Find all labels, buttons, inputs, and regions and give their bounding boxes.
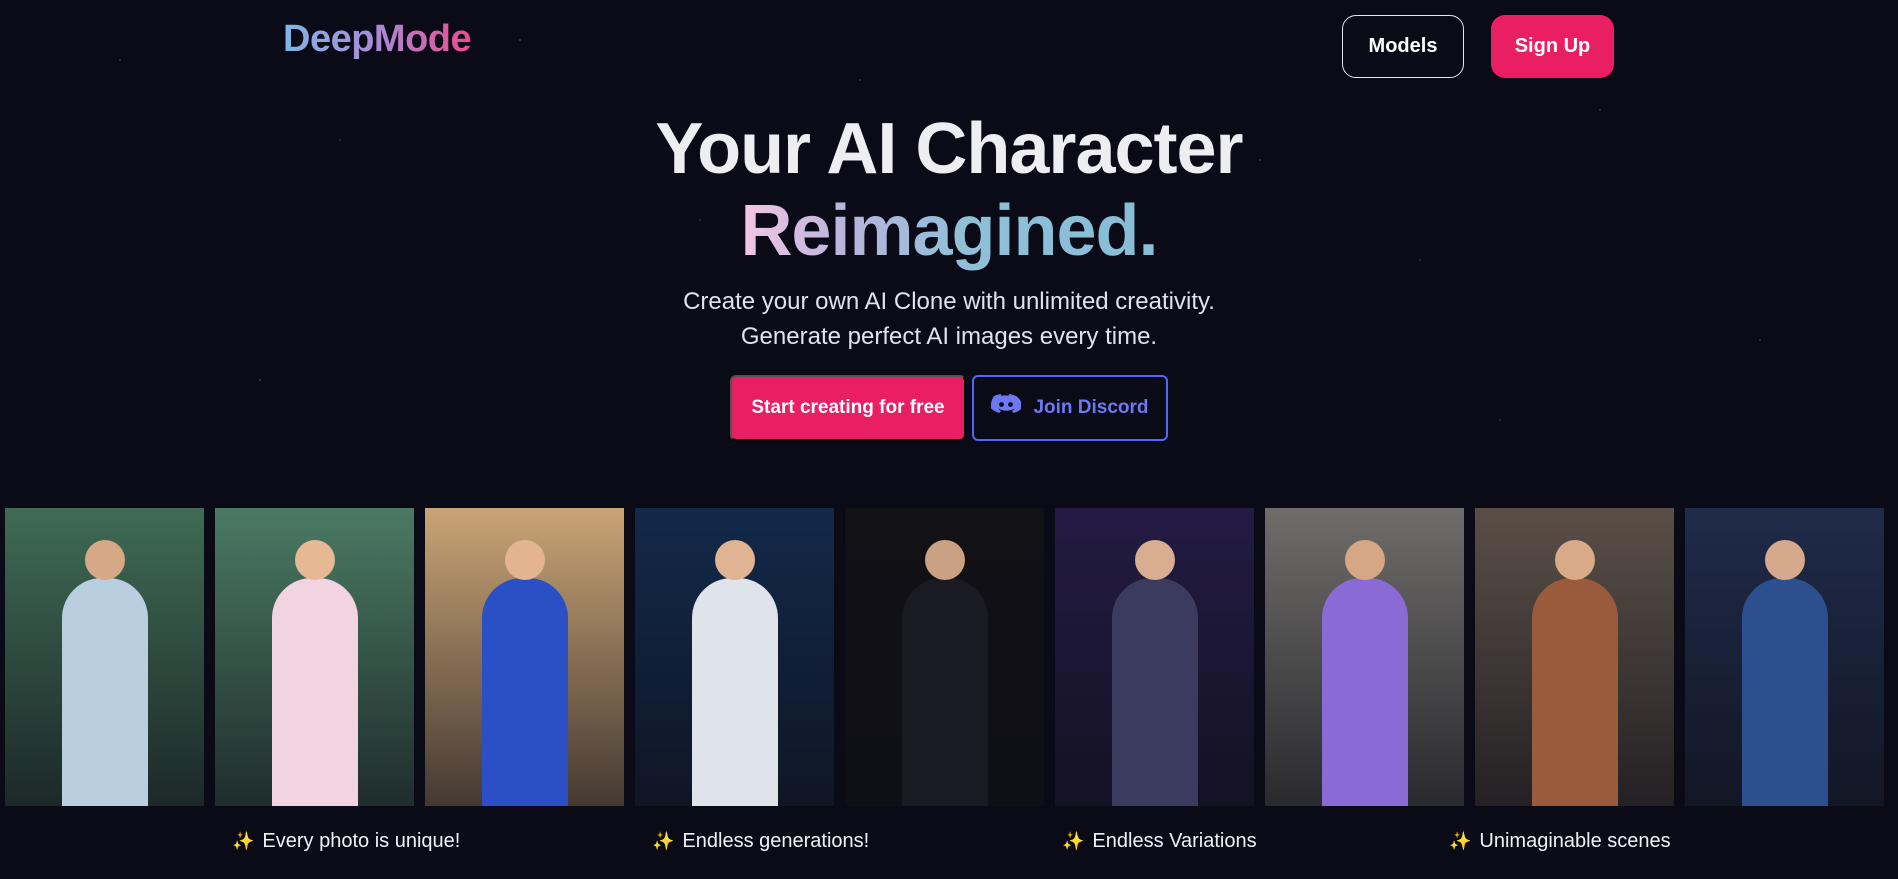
gallery-photo-fashion-blazer [1475, 508, 1674, 806]
figure-body [271, 578, 358, 806]
gallery-photo-pool-selfie [215, 508, 414, 806]
feature-item: ✨ Unimaginable scenes [1449, 830, 1671, 853]
feature-label: Every photo is unique! [262, 830, 461, 852]
models-button[interactable]: Models [1342, 15, 1464, 78]
figure-body [691, 578, 778, 806]
sparkle-icon: ✨ [1449, 831, 1472, 851]
hero-subtitle-line-2: Generate perfect AI images every time. [740, 323, 1158, 350]
figure-body [481, 578, 568, 806]
hero-title: Your AI Character Reimagined. [0, 108, 1898, 272]
gallery-photo-pool-portrait [5, 508, 204, 806]
feature-label: Unimaginable scenes [1479, 830, 1671, 852]
figure-head [294, 540, 335, 580]
figure-head [924, 540, 965, 580]
figure-body [1741, 578, 1828, 806]
feature-label: Endless generations! [682, 830, 870, 852]
figure-head [1554, 540, 1595, 580]
sparkle-icon: ✨ [232, 831, 255, 851]
join-discord-label: Join Discord [1033, 397, 1149, 418]
discord-icon [991, 394, 1023, 422]
feature-list: ✨ Every photo is unique! ✨ Endless gener… [0, 830, 1898, 870]
figure-head [1764, 540, 1805, 580]
figure-body [61, 578, 148, 806]
hero-subtitle: Create your own AI Clone with unlimited … [0, 284, 1898, 354]
gallery-photo-blue-dress [1685, 508, 1884, 806]
figure-body [1111, 578, 1198, 806]
join-discord-button[interactable]: Join Discord [972, 375, 1168, 441]
start-creating-button[interactable]: Start creating for free [730, 375, 966, 441]
figure-body [901, 578, 988, 806]
sparkle-icon: ✨ [652, 831, 675, 851]
gallery-photo-latex-suit [845, 508, 1044, 806]
figure-head [84, 540, 125, 580]
gallery-photo-gamer-room [635, 508, 834, 806]
gallery-photo-street-jacket [1265, 508, 1464, 806]
feature-item: ✨ Every photo is unique! [232, 830, 460, 853]
figure-body [1321, 578, 1408, 806]
figure-head [1344, 540, 1385, 580]
figure-head [504, 540, 545, 580]
sparkle-icon: ✨ [1062, 831, 1085, 851]
hero-title-line-1: Your AI Character [655, 109, 1243, 189]
deepmode-logo[interactable]: DeepMode [283, 18, 472, 61]
sign-up-button[interactable]: Sign Up [1491, 15, 1614, 78]
figure-head [714, 540, 755, 580]
feature-item: ✨ Endless generations! [652, 830, 869, 853]
figure-head [1134, 540, 1175, 580]
feature-item: ✨ Endless Variations [1062, 830, 1257, 853]
hero-subtitle-line-1: Create your own AI Clone with unlimited … [683, 288, 1215, 315]
figure-body [1531, 578, 1618, 806]
hero-title-accent: Reimagined. [740, 191, 1158, 271]
photo-gallery [0, 508, 1898, 808]
gallery-photo-beach-pose [425, 508, 624, 806]
feature-label: Endless Variations [1092, 830, 1257, 852]
gallery-photo-cyber-armor [1055, 508, 1254, 806]
